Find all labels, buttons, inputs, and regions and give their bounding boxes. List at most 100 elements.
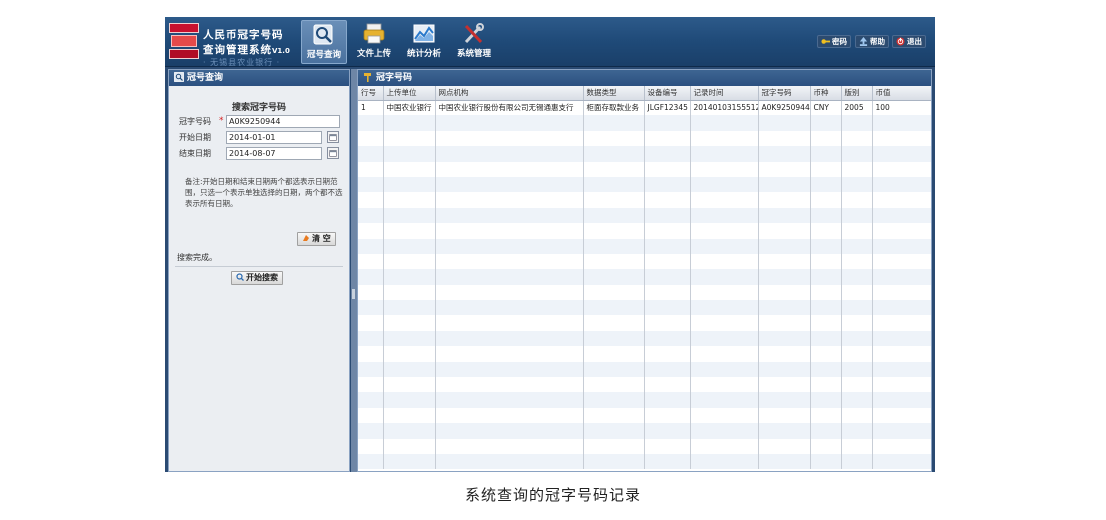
table-cell xyxy=(810,207,842,224)
table-cell xyxy=(810,423,842,439)
table-cell xyxy=(872,146,931,162)
table-cell xyxy=(435,192,584,208)
nav-file-upload[interactable]: 文件上传 xyxy=(351,20,397,64)
table-cell xyxy=(690,453,759,470)
table-cell xyxy=(872,130,931,147)
end-date-input[interactable]: 2014-08-07 xyxy=(226,147,322,160)
table-cell xyxy=(435,284,584,301)
table-cell xyxy=(690,176,759,193)
table-cell xyxy=(758,115,811,131)
table-cell xyxy=(841,207,873,224)
table-cell xyxy=(841,238,873,254)
table-cell xyxy=(758,207,811,224)
table-cell xyxy=(690,253,759,270)
serial-label: 冠字号码 xyxy=(179,117,211,126)
table-cell xyxy=(583,453,645,470)
table-cell xyxy=(758,284,811,301)
table-cell xyxy=(690,192,759,208)
results-table: 行号 上传单位 网点机构 数据类型 设备编号 记录时间 冠字号码 币种 版别 币值 1 中国农业银行… xyxy=(358,86,931,470)
table-cell xyxy=(383,453,436,470)
table-cell xyxy=(435,115,584,131)
empty-row xyxy=(358,300,931,316)
table-cell xyxy=(383,146,436,162)
help-button[interactable]: 帮助 xyxy=(855,35,889,48)
column-header[interactable]: 数据类型 xyxy=(583,86,645,101)
column-header[interactable]: 冠字号码 xyxy=(758,86,811,101)
results-grid: 行号 上传单位 网点机构 数据类型 设备编号 记录时间 冠字号码 币种 版别 币值 1 中国农业银行… xyxy=(358,86,931,471)
column-header[interactable]: 上传单位 xyxy=(383,86,436,101)
table-cell xyxy=(435,161,584,177)
calendar-icon[interactable] xyxy=(327,131,339,143)
table-cell xyxy=(872,176,931,193)
table-cell xyxy=(841,300,873,316)
table-cell xyxy=(644,423,691,439)
clear-button[interactable]: 清 空 xyxy=(297,232,336,246)
table-cell xyxy=(644,146,691,162)
table-cell xyxy=(758,253,811,270)
start-search-button[interactable]: 开始搜索 xyxy=(231,271,283,285)
table-cell xyxy=(872,284,931,301)
nav-serial-query[interactable]: 冠号查询 xyxy=(301,20,347,64)
table-cell: 20140103155512 xyxy=(690,100,759,116)
table-cell xyxy=(435,407,584,424)
table-cell xyxy=(583,346,645,362)
column-header[interactable]: 版别 xyxy=(841,86,873,101)
table-cell xyxy=(872,115,931,131)
table-cell xyxy=(644,377,691,393)
table-cell xyxy=(644,346,691,362)
table-cell xyxy=(758,392,811,408)
column-header[interactable]: 行号 xyxy=(358,86,384,101)
column-header[interactable]: 币种 xyxy=(810,86,842,101)
table-cell xyxy=(358,192,384,208)
table-cell xyxy=(358,269,384,285)
required-mark: * xyxy=(219,116,224,126)
column-header[interactable]: 币值 xyxy=(872,86,931,101)
logout-button[interactable]: 退出 xyxy=(892,35,926,48)
query-panel: 冠号查询 搜索冠字号码 冠字号码 * A0K9250944 开始日期 2014-… xyxy=(168,69,350,472)
column-header[interactable]: 设备编号 xyxy=(644,86,691,101)
column-header[interactable]: 记录时间 xyxy=(690,86,759,101)
password-button[interactable]: 密码 xyxy=(817,35,851,48)
table-cell xyxy=(383,176,436,193)
table-cell xyxy=(758,238,811,254)
table-cell xyxy=(810,377,842,393)
table-cell xyxy=(358,176,384,193)
table-cell xyxy=(644,115,691,131)
table-cell xyxy=(841,423,873,439)
start-date-input[interactable]: 2014-01-01 xyxy=(226,131,322,144)
nav-statistics[interactable]: 统计分析 xyxy=(401,20,447,64)
table-cell xyxy=(358,438,384,454)
table-cell xyxy=(583,207,645,224)
table-cell xyxy=(810,453,842,470)
table-cell xyxy=(583,392,645,408)
table-cell xyxy=(690,269,759,285)
column-header[interactable]: 网点机构 xyxy=(435,86,584,101)
table-cell xyxy=(810,284,842,301)
table-cell xyxy=(383,346,436,362)
table-cell xyxy=(358,377,384,393)
clear-label: 清 空 xyxy=(312,234,331,243)
calendar-icon[interactable] xyxy=(327,147,339,159)
table-cell xyxy=(690,346,759,362)
table-cell xyxy=(841,315,873,331)
table-cell xyxy=(872,438,931,454)
table-cell xyxy=(644,300,691,316)
table-cell xyxy=(644,315,691,331)
table-cell xyxy=(644,361,691,378)
table-cell xyxy=(810,269,842,285)
serial-input[interactable]: A0K9250944 xyxy=(226,115,340,128)
table-cell xyxy=(435,130,584,147)
table-cell xyxy=(358,300,384,316)
table-cell xyxy=(358,423,384,439)
start-date-label: 开始日期 xyxy=(179,133,211,142)
table-cell xyxy=(644,330,691,347)
table-cell xyxy=(690,130,759,147)
table-cell xyxy=(841,253,873,270)
header-row: 行号 上传单位 网点机构 数据类型 设备编号 记录时间 冠字号码 币种 版别 币值 xyxy=(358,86,931,101)
table-cell xyxy=(358,392,384,408)
empty-row xyxy=(358,176,931,193)
table-row[interactable]: 1 中国农业银行 中国农业银行股份有限公司无锡通惠支行 柜面存取款业务 JLGF1234… xyxy=(358,100,931,116)
table-cell xyxy=(583,176,645,193)
table-cell xyxy=(435,207,584,224)
nav-system-admin[interactable]: 系统管理 xyxy=(451,20,497,64)
